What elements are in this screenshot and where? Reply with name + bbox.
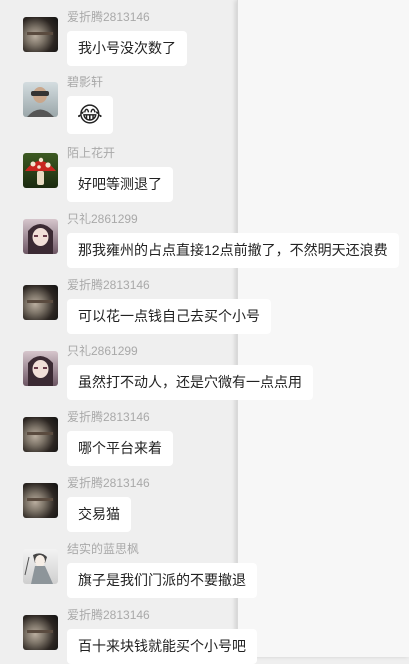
dark-planet-avatar[interactable] <box>23 483 58 518</box>
message-bubble[interactable]: 虽然打不动人，还是穴微有一点点用 <box>67 365 313 400</box>
sender-name: 只礼2861299 <box>67 344 138 358</box>
message-bubble[interactable]: 😂 <box>67 96 113 134</box>
message-bubble[interactable]: 旗子是我们门派的不要撤退 <box>67 563 257 598</box>
message-bubble[interactable]: 那我雍州的占点直接12点前撤了，不然明天还浪费 <box>67 233 399 268</box>
message-bubble[interactable]: 好吧等测退了 <box>67 167 173 202</box>
message-bubble[interactable]: 交易猫 <box>67 497 131 532</box>
message-bubble[interactable]: 哪个平台来着 <box>67 431 173 466</box>
dark-planet-avatar[interactable] <box>23 615 58 650</box>
sender-name: 爱折腾2813146 <box>67 476 150 490</box>
anime-girl-avatar[interactable] <box>23 219 58 254</box>
message-bubble[interactable]: 可以花一点钱自己去买个小号 <box>67 299 271 334</box>
message-bubble[interactable]: 我小号没次数了 <box>67 31 187 66</box>
anime-girl-avatar[interactable] <box>23 351 58 386</box>
ink-figure-avatar[interactable] <box>23 549 58 584</box>
message-bubble[interactable]: 百十来块钱就能买个小号吧 <box>67 629 257 664</box>
sender-name: 爱折腾2813146 <box>67 410 150 424</box>
sender-name: 陌上花开 <box>67 146 116 160</box>
person-icon <box>27 87 54 117</box>
figure-icon <box>24 553 53 584</box>
mushroom-avatar[interactable] <box>23 153 58 188</box>
sender-name: 只礼2861299 <box>67 212 138 226</box>
girl-icon <box>28 356 53 386</box>
dark-planet-avatar[interactable] <box>23 285 58 320</box>
sender-name: 结实的蓝思枫 <box>67 542 140 556</box>
sender-name: 爱折腾2813146 <box>67 10 150 24</box>
sender-name: 爱折腾2813146 <box>67 278 150 292</box>
mushroom-icon <box>25 157 56 185</box>
sender-name: 爱折腾2813146 <box>67 608 150 622</box>
driver-avatar[interactable] <box>23 82 58 117</box>
sender-name: 碧影轩 <box>67 75 104 89</box>
dark-planet-avatar[interactable] <box>23 417 58 452</box>
dark-planet-avatar[interactable] <box>23 17 58 52</box>
girl-icon <box>28 224 53 254</box>
